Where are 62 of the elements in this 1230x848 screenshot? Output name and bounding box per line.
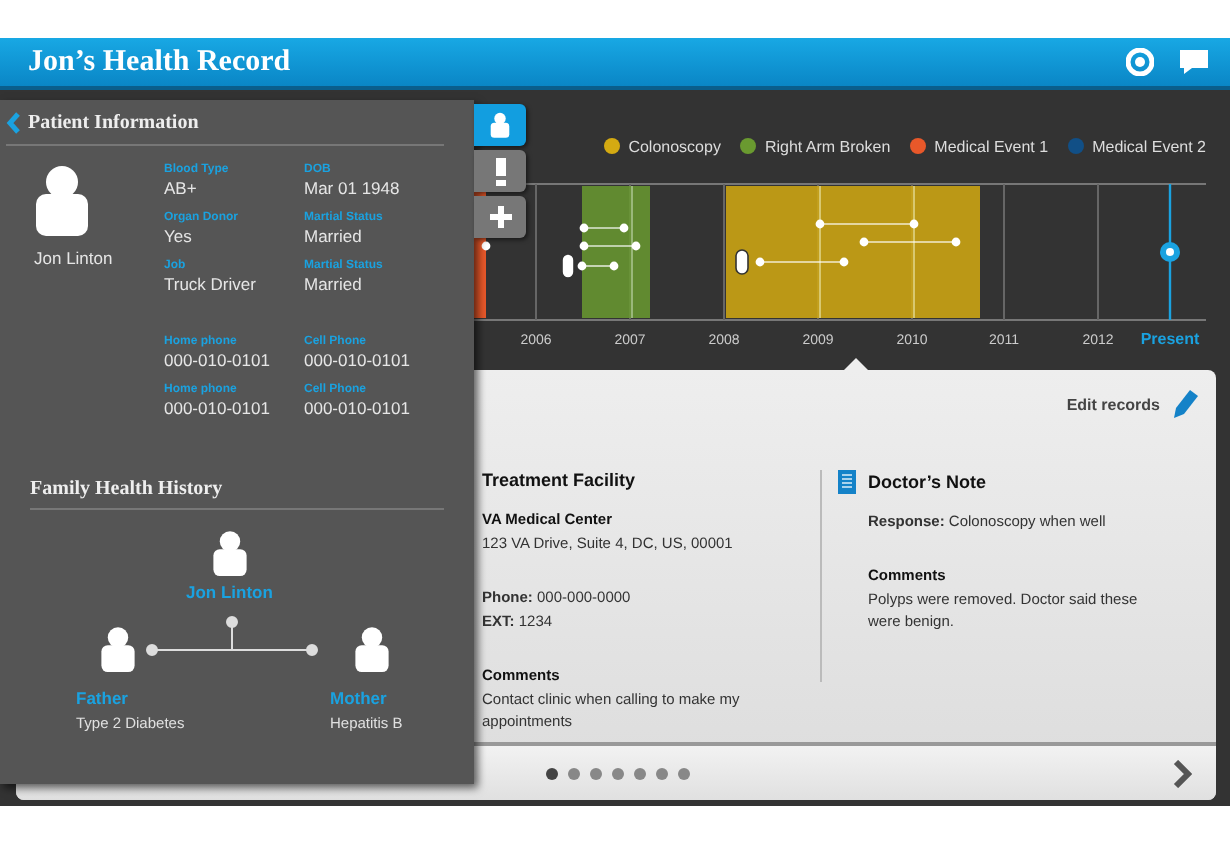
relation-label: Father (76, 688, 128, 708)
next-button[interactable] (1172, 759, 1192, 787)
page-dot[interactable] (590, 767, 602, 779)
app-title: Jon’s Health Record (28, 45, 293, 79)
event-span (755, 257, 849, 267)
page-dot[interactable] (634, 767, 646, 779)
panel-title: Patient Information (28, 112, 199, 134)
person-name: Jon Linton (186, 582, 273, 602)
chat-icon[interactable] (1178, 48, 1210, 76)
exclamation-icon (495, 157, 505, 185)
capsule-icon (561, 253, 575, 279)
page-dot[interactable] (546, 767, 558, 779)
section-heading: Doctor’s Note (868, 471, 987, 493)
page-dot[interactable] (656, 767, 668, 779)
document-icon (838, 470, 856, 494)
event-dot (481, 241, 491, 251)
field-value: AB+ (164, 178, 199, 198)
field-value: 000-010-0101 (304, 398, 412, 418)
field-value: 000-010-0101 (304, 350, 412, 370)
edit-records-link[interactable]: Edit records (1066, 395, 1160, 413)
event-span (579, 241, 641, 251)
field-value: Yes (164, 226, 194, 246)
relation-label: Mother (330, 688, 387, 708)
chevron-left-icon (6, 112, 20, 134)
event-span (577, 261, 619, 271)
plus-icon (489, 206, 511, 228)
event-span (815, 219, 919, 229)
legend-label: Right Arm Broken (764, 137, 891, 155)
legend-label: Medical Event 2 (1092, 137, 1206, 155)
field-value: Married (304, 274, 364, 294)
year-label: Present (1140, 330, 1200, 348)
person-icon (100, 626, 136, 672)
field-value: Mar 01 1948 (304, 178, 402, 198)
page-dot[interactable] (612, 767, 624, 779)
chevron-right-icon (1172, 759, 1192, 787)
field-value: 000-010-0101 (164, 398, 272, 418)
page-dot[interactable] (678, 767, 690, 779)
event-span (859, 237, 961, 247)
legend-label: Medical Event 1 (934, 137, 1049, 155)
legend-label: Colonoscopy (628, 137, 721, 155)
person-icon (211, 530, 248, 576)
section-title: Family Health History (30, 478, 225, 500)
page-dot[interactable] (568, 767, 580, 779)
person-icon (34, 164, 90, 236)
panel-tab[interactable] (474, 150, 526, 192)
present-marker[interactable] (1160, 242, 1180, 262)
patient-name: Jon Linton (34, 248, 113, 268)
event-span (579, 223, 629, 233)
target-icon[interactable] (1126, 48, 1154, 76)
panel-tab[interactable] (474, 196, 526, 238)
field-value: Married (304, 226, 364, 246)
pencil-icon (1172, 388, 1200, 420)
panel-tab[interactable] (474, 104, 526, 146)
pointer-notch (844, 358, 868, 370)
field-value: Truck Driver (164, 274, 258, 294)
person-icon (490, 112, 510, 138)
person-icon (354, 626, 390, 672)
field-value: 000-010-0101 (164, 350, 272, 370)
event-band (582, 186, 650, 318)
capsule-icon (735, 249, 749, 275)
section-heading: Treatment Facility (482, 470, 638, 492)
back-button[interactable] (6, 112, 20, 134)
